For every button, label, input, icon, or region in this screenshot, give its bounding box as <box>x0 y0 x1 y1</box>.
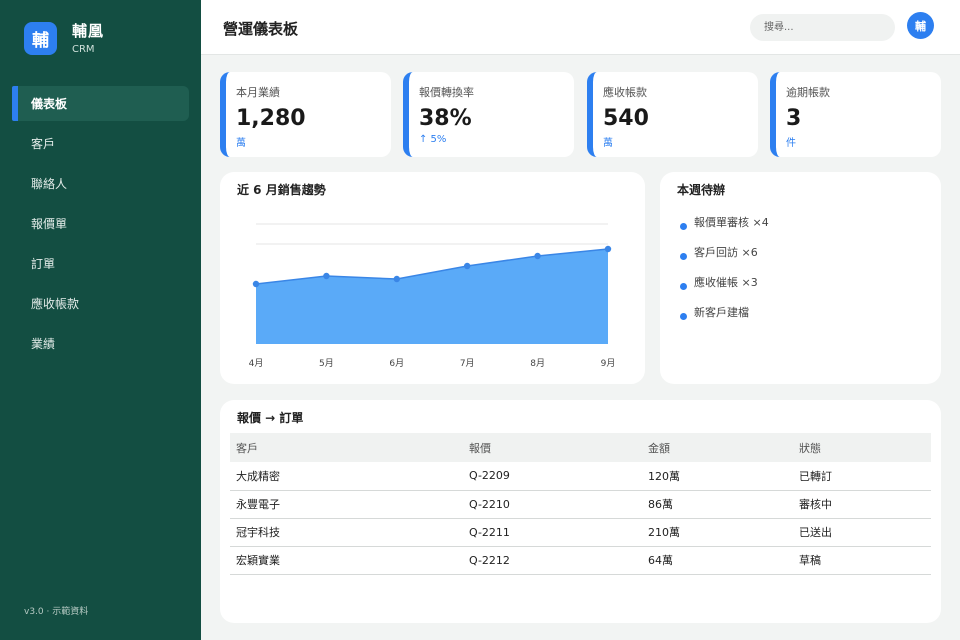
sidebar-nav: 儀表板 客戶 聯絡人 報價單 訂單 應收帳款 業績 <box>12 86 189 366</box>
todo-item-label: 應收催帳 ×3 <box>694 276 758 289</box>
sidebar-item-orders[interactable]: 訂單 <box>12 246 189 281</box>
kpi-unit: 件 <box>786 138 796 149</box>
sales-trend-chart: 4月 5月 6月 7月 8月 9月 <box>249 223 616 369</box>
data-point-4月 <box>252 280 260 288</box>
table-header-row: 客戶 報價 金額 狀態 <box>230 433 931 462</box>
kpi-card-conversion-rate: 報價轉換率 38% ↑ 5% <box>403 72 574 157</box>
kpi-trend: ↑ 5% <box>419 134 447 145</box>
kpi-label: 逾期帳款 <box>786 86 830 99</box>
kpi-value: 1,280 <box>236 106 306 131</box>
brand-logo: 輔 <box>24 22 57 55</box>
quote-order-card: 報價 → 訂單 客戶 報價 金額 狀態 大成精密 Q-2209 120萬 已轉訂… <box>220 400 941 623</box>
cell-quote: Q-2209 <box>463 462 642 491</box>
todo-item-label: 客戶回訪 ×6 <box>694 246 758 259</box>
sidebar-item-label: 報價單 <box>31 217 68 231</box>
search-input[interactable] <box>750 14 895 41</box>
cell-status: 已轉訂 <box>793 462 931 491</box>
cell-amount: 120萬 <box>642 462 793 491</box>
sidebar-item-receivables[interactable]: 應收帳款 <box>12 286 189 321</box>
kpi-label: 報價轉換率 <box>419 86 474 99</box>
x-tick-label: 8月 <box>530 358 545 369</box>
brand-name: 輔凰 <box>72 22 105 40</box>
cell-customer: 永豐電子 <box>230 490 463 519</box>
cell-status: 審核中 <box>793 490 931 519</box>
sales-area <box>256 249 608 344</box>
cell-customer: 大成精密 <box>230 462 463 491</box>
bullet-icon <box>680 282 687 290</box>
kpi-value: 3 <box>786 106 802 131</box>
cell-amount: 86萬 <box>642 490 793 519</box>
kpi-card-overdue: 逾期帳款 3 件 <box>770 72 941 157</box>
sidebar-item-customers[interactable]: 客戶 <box>12 126 189 161</box>
quote-order-table: 客戶 報價 金額 狀態 大成精密 Q-2209 120萬 已轉訂 永豐電子 Q-… <box>230 433 931 575</box>
table-row[interactable]: 宏穎實業 Q-2212 64萬 草稿 <box>230 546 931 575</box>
cell-quote: Q-2211 <box>463 518 642 547</box>
kpi-value: 540 <box>603 106 649 131</box>
todo-item-label: 報價單審核 ×4 <box>694 216 769 229</box>
data-point-6月 <box>393 275 400 283</box>
cell-customer: 宏穎實業 <box>230 546 463 575</box>
todo-item-label: 新客戶建檔 <box>694 306 749 319</box>
kpi-label: 本月業績 <box>236 86 280 99</box>
bullet-icon <box>680 312 687 320</box>
sidebar-item-label: 業績 <box>31 337 56 351</box>
x-tick-label: 6月 <box>389 358 404 369</box>
table-row[interactable]: 大成精密 Q-2209 120萬 已轉訂 <box>230 462 931 491</box>
column-header-amount[interactable]: 金額 <box>642 433 793 462</box>
cell-status: 草稿 <box>793 546 931 575</box>
todo-item[interactable]: 客戶回訪 ×6 <box>680 237 769 267</box>
data-point-7月 <box>464 262 471 270</box>
sidebar: 輔 輔凰 CRM 儀表板 客戶 聯絡人 報價單 訂單 應收帳款 業績 v3.0 … <box>0 0 201 640</box>
sidebar-item-quotes[interactable]: 報價單 <box>12 206 189 241</box>
version-label: v3.0 · 示範資料 <box>24 607 89 617</box>
table-row[interactable]: 永豐電子 Q-2210 86萬 審核中 <box>230 490 931 519</box>
cell-amount: 64萬 <box>642 546 793 575</box>
todo-list: 報價單審核 ×4 客戶回訪 ×6 應收催帳 ×3 新客戶建檔 <box>680 207 769 327</box>
cell-quote: Q-2212 <box>463 546 642 575</box>
kpi-unit: 萬 <box>603 138 613 149</box>
cell-customer: 冠宇科技 <box>230 518 463 547</box>
x-tick-label: 4月 <box>249 358 264 369</box>
cell-amount: 210萬 <box>642 518 793 547</box>
sidebar-item-performance[interactable]: 業績 <box>12 326 189 361</box>
bullet-icon <box>680 222 687 230</box>
column-header-quote[interactable]: 報價 <box>463 433 642 462</box>
kpi-label: 應收帳款 <box>603 86 647 99</box>
column-header-status[interactable]: 狀態 <box>793 433 931 462</box>
sidebar-item-label: 訂單 <box>31 257 56 271</box>
kpi-unit: 萬 <box>236 138 246 149</box>
data-point-5月 <box>323 272 330 280</box>
sidebar-item-dashboard[interactable]: 儀表板 <box>12 86 189 121</box>
top-header: 營運儀表板 輔 <box>201 0 960 55</box>
todo-title: 本週待辦 <box>677 183 726 197</box>
x-tick-label: 7月 <box>460 358 475 369</box>
table-row[interactable]: 冠宇科技 Q-2211 210萬 已送出 <box>230 518 931 547</box>
sidebar-item-label: 客戶 <box>31 137 56 151</box>
sales-trend-card: 近 6 月銷售趨勢 4月 5月 6月 7月 8月 9月 <box>220 172 645 384</box>
sidebar-item-label: 聯絡人 <box>31 177 68 191</box>
column-header-customer[interactable]: 客戶 <box>230 433 463 462</box>
page-title: 營運儀表板 <box>223 20 299 38</box>
bullet-icon <box>680 252 687 260</box>
brand-subtitle: CRM <box>72 44 95 55</box>
todo-item[interactable]: 報價單審核 ×4 <box>680 207 769 237</box>
avatar[interactable]: 輔 <box>907 12 934 39</box>
data-point-9月 <box>604 245 612 253</box>
kpi-value: 38% <box>419 106 472 131</box>
x-tick-label: 9月 <box>601 358 616 369</box>
brand[interactable]: 輔 輔凰 CRM <box>24 22 104 55</box>
cell-status: 已送出 <box>793 518 931 547</box>
x-tick-label: 5月 <box>319 358 334 369</box>
kpi-card-receivables: 應收帳款 540 萬 <box>587 72 758 157</box>
sidebar-item-label: 應收帳款 <box>31 297 80 311</box>
table-title: 報價 → 訂單 <box>237 411 304 425</box>
data-point-8月 <box>534 252 541 260</box>
sidebar-item-label: 儀表板 <box>31 97 68 111</box>
sidebar-item-contacts[interactable]: 聯絡人 <box>12 166 189 201</box>
weekly-todo-card: 本週待辦 報價單審核 ×4 客戶回訪 ×6 應收催帳 ×3 新客戶建檔 <box>660 172 941 384</box>
todo-item[interactable]: 應收催帳 ×3 <box>680 267 769 297</box>
kpi-card-monthly-sales: 本月業績 1,280 萬 <box>220 72 391 157</box>
cell-quote: Q-2210 <box>463 490 642 519</box>
todo-item[interactable]: 新客戶建檔 <box>680 297 769 327</box>
